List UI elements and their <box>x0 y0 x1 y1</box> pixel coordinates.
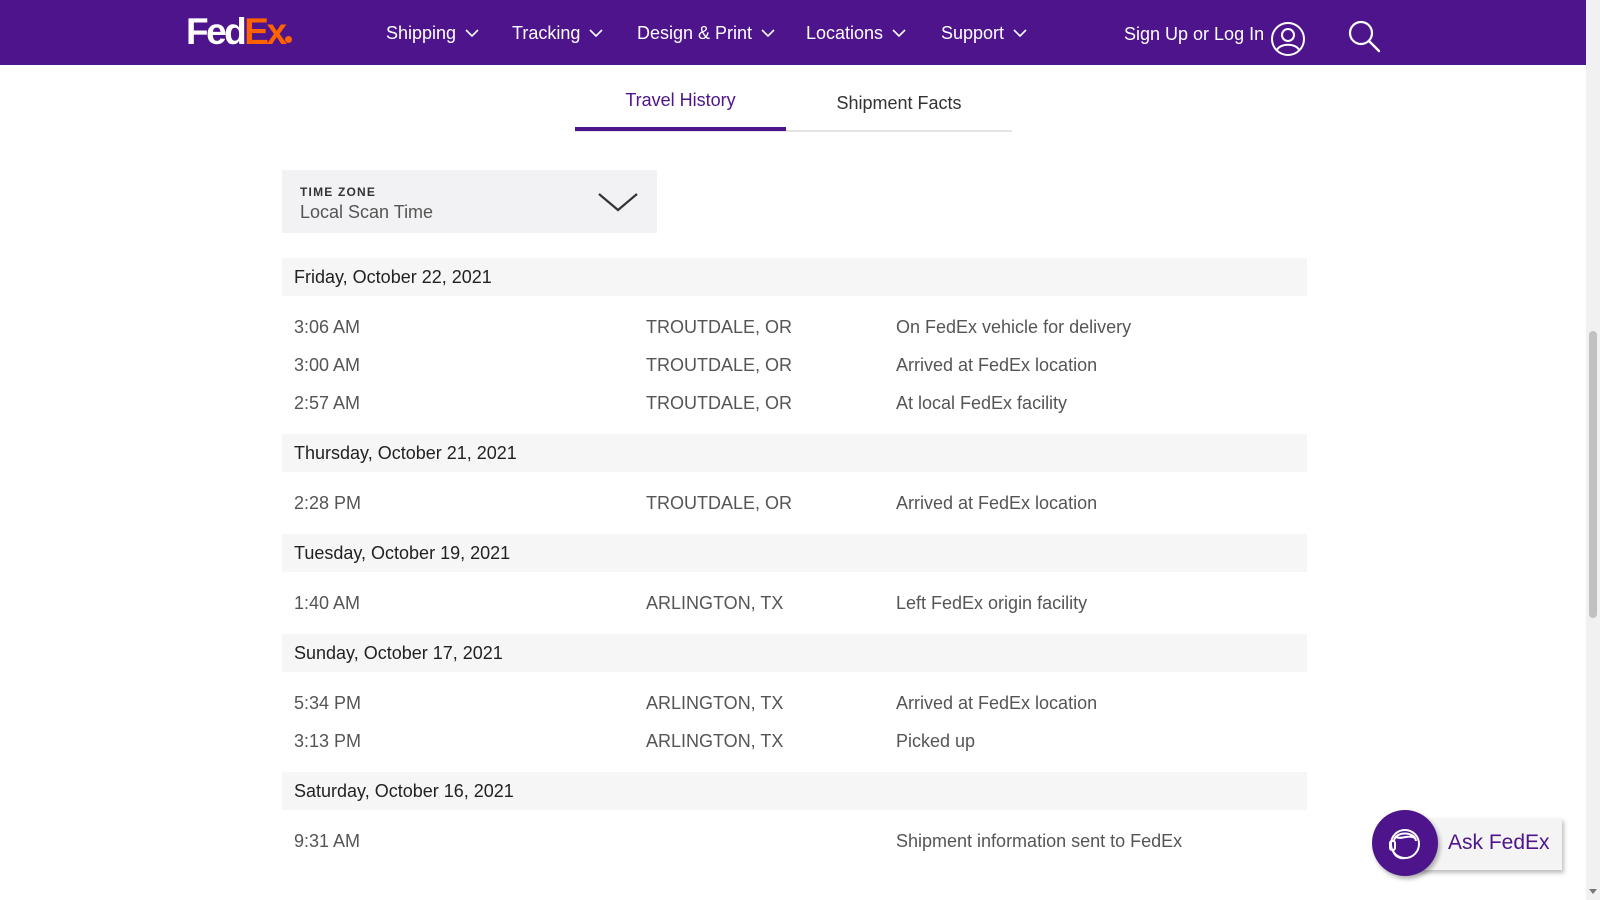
event-row: 3:00 AM TROUTDALE, OR Arrived at FedEx l… <box>282 346 1307 384</box>
event-row: 1:40 AM ARLINGTON, TX Left FedEx origin … <box>282 584 1307 622</box>
ask-fedex-button[interactable]: Ask FedEx <box>1372 810 1562 876</box>
nav-tracking-label: Tracking <box>512 22 581 43</box>
event-time: 3:13 PM <box>294 731 362 751</box>
event-location: ARLINGTON, TX <box>646 693 784 713</box>
event-location: ARLINGTON, TX <box>646 593 784 613</box>
event-status: Arrived at FedEx location <box>896 493 1098 513</box>
user-icon[interactable] <box>1270 21 1306 57</box>
tab-shipment-facts[interactable]: Shipment Facts <box>786 80 1012 132</box>
chevron-down-icon <box>761 29 775 38</box>
event-list: 5:34 PM ARLINGTON, TX Arrived at FedEx l… <box>282 672 1307 772</box>
event-row: 5:34 PM ARLINGTON, TX Arrived at FedEx l… <box>282 684 1307 722</box>
event-time: 2:57 AM <box>294 393 361 413</box>
event-row: 3:13 PM ARLINGTON, TX Picked up <box>282 722 1307 760</box>
site-header: FedEx Shipping Tracking Design & Print L… <box>0 0 1586 65</box>
scrollbar-thumb[interactable] <box>1589 331 1597 618</box>
event-time: 1:40 AM <box>294 593 361 613</box>
nav-support[interactable]: Support <box>941 20 1027 46</box>
nav-shipping-label: Shipping <box>386 22 457 43</box>
event-row: 2:28 PM TROUTDALE, OR Arrived at FedEx l… <box>282 484 1307 522</box>
event-location: TROUTDALE, OR <box>646 355 793 375</box>
nav-design-print-label: Design & Print <box>637 22 753 43</box>
day-header: Tuesday, October 19, 2021 <box>282 534 1307 572</box>
event-list: 3:06 AM TROUTDALE, OR On FedEx vehicle f… <box>282 296 1307 434</box>
tab-travel-history[interactable]: Travel History <box>575 80 786 131</box>
nav-locations-label: Locations <box>806 22 884 43</box>
chevron-down-icon <box>465 29 479 38</box>
day-group: Friday, October 22, 2021 3:06 AM TROUTDA… <box>282 258 1307 434</box>
page-scrollbar[interactable] <box>1586 0 1600 900</box>
chevron-down-icon <box>1013 29 1027 38</box>
event-status: Arrived at FedEx location <box>896 693 1098 713</box>
day-header: Sunday, October 17, 2021 <box>282 634 1307 672</box>
chevron-down-icon <box>598 193 638 212</box>
logo-fed: Fed <box>186 11 247 52</box>
event-location: TROUTDALE, OR <box>646 317 793 337</box>
event-time: 3:00 AM <box>294 355 361 375</box>
scroll-down-arrow-icon[interactable] <box>1589 889 1597 894</box>
tracking-tabs: Travel History Shipment Facts <box>575 80 1012 132</box>
event-row: 3:06 AM TROUTDALE, OR On FedEx vehicle f… <box>282 308 1307 346</box>
event-time: 3:06 AM <box>294 317 361 337</box>
event-status: Left FedEx origin facility <box>896 593 1088 613</box>
event-list: 2:28 PM TROUTDALE, OR Arrived at FedEx l… <box>282 472 1307 534</box>
day-group: Thursday, October 21, 2021 2:28 PM TROUT… <box>282 434 1307 534</box>
chevron-down-icon <box>892 29 906 38</box>
event-list: 1:40 AM ARLINGTON, TX Left FedEx origin … <box>282 572 1307 634</box>
nav-shipping[interactable]: Shipping <box>386 20 479 46</box>
nav-design-print[interactable]: Design & Print <box>637 20 775 46</box>
timezone-select[interactable]: TIME ZONE Local Scan Time <box>282 170 657 233</box>
event-time: 9:31 AM <box>294 831 361 851</box>
chevron-down-icon <box>589 29 603 38</box>
logo-registered-mark <box>284 36 292 43</box>
event-status: Picked up <box>896 731 976 751</box>
event-location: TROUTDALE, OR <box>646 393 793 413</box>
event-status: Arrived at FedEx location <box>896 355 1098 375</box>
timezone-label: TIME ZONE <box>300 185 377 199</box>
ask-fedex-avatar <box>1372 810 1438 876</box>
travel-history-list: Friday, October 22, 2021 3:06 AM TROUTDA… <box>282 258 1307 872</box>
day-header: Friday, October 22, 2021 <box>282 258 1307 296</box>
headset-icon <box>1389 829 1420 860</box>
event-row: 9:31 AM Shipment information sent to Fed… <box>282 822 1307 860</box>
day-header: Saturday, October 16, 2021 <box>282 772 1307 810</box>
event-location: ARLINGTON, TX <box>646 731 784 751</box>
day-group: Sunday, October 17, 2021 5:34 PM ARLINGT… <box>282 634 1307 772</box>
sign-in-link[interactable]: Sign Up or Log In <box>1124 24 1264 45</box>
event-list: 9:31 AM Shipment information sent to Fed… <box>282 810 1307 872</box>
day-header: Thursday, October 21, 2021 <box>282 434 1307 472</box>
event-location: TROUTDALE, OR <box>646 493 793 513</box>
event-status: Shipment information sent to FedEx <box>896 831 1183 851</box>
event-status: On FedEx vehicle for delivery <box>896 317 1132 337</box>
day-group: Saturday, October 16, 2021 9:31 AM Shipm… <box>282 772 1307 872</box>
search-icon[interactable] <box>1347 19 1381 53</box>
nav-support-label: Support <box>941 22 1005 43</box>
ask-fedex-label: Ask FedEx <box>1448 831 1550 854</box>
day-group: Tuesday, October 19, 2021 1:40 AM ARLING… <box>282 534 1307 634</box>
fedex-logo[interactable]: FedEx <box>186 11 292 52</box>
timezone-value: Local Scan Time <box>300 202 434 222</box>
event-row: 2:57 AM TROUTDALE, OR At local FedEx fac… <box>282 384 1307 422</box>
event-time: 5:34 PM <box>294 693 362 713</box>
event-status: At local FedEx facility <box>896 393 1068 413</box>
logo-ex: Ex <box>244 11 287 52</box>
nav-locations[interactable]: Locations <box>806 20 906 46</box>
event-time: 2:28 PM <box>294 493 362 513</box>
nav-tracking[interactable]: Tracking <box>512 20 603 46</box>
